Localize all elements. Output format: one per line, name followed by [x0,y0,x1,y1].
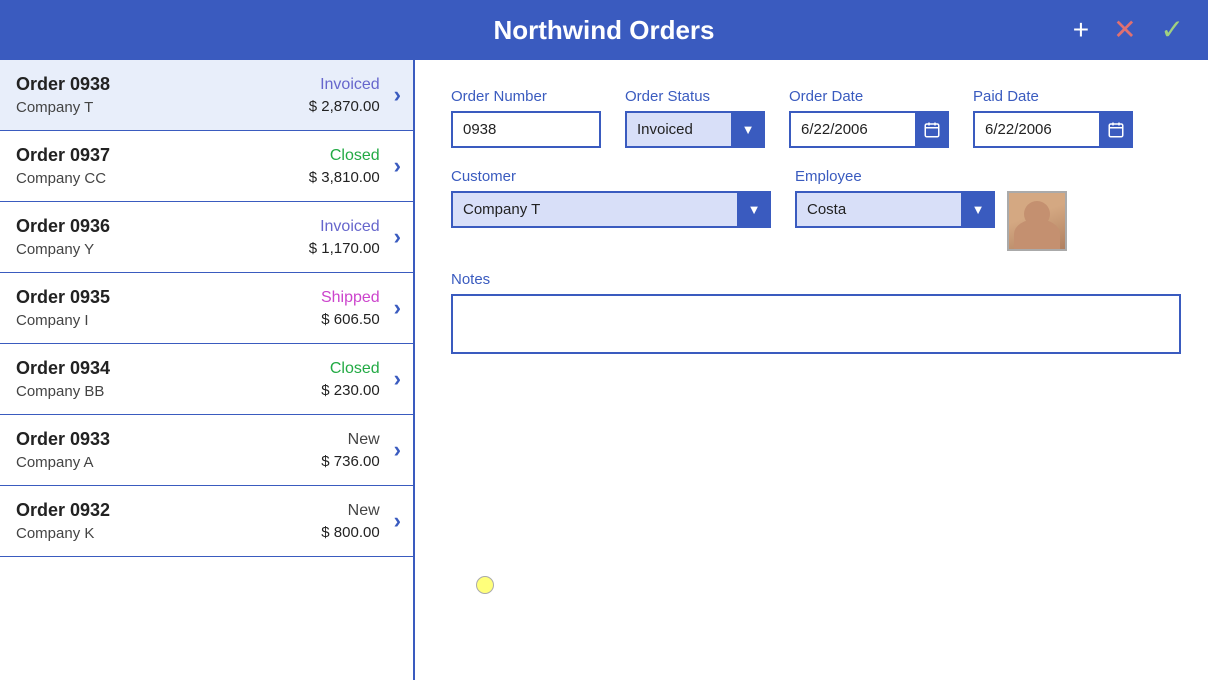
order-right-order-0938: Invoiced $ 2,870.00 [309,76,380,115]
order-amount-order-0934: $ 230.00 [321,382,379,399]
order-chevron-order-0936[interactable]: › [394,224,401,250]
order-info-order-0936: Order 0936 Company Y [16,216,309,258]
order-right-order-0935: Shipped $ 606.50 [321,289,380,328]
notes-group: Notes [451,271,1172,354]
order-status-order-0932: New [321,502,379,520]
order-chevron-order-0935[interactable]: › [394,295,401,321]
order-status-order-0935: Shipped [321,289,380,307]
main-layout: Order 0938 Company T Invoiced $ 2,870.00… [0,60,1208,680]
order-name-order-0938: Order 0938 [16,74,309,95]
add-button[interactable]: + [1065,12,1097,48]
order-name-order-0932: Order 0932 [16,500,321,521]
confirm-button[interactable]: ✓ [1153,12,1192,48]
order-info-order-0932: Order 0932 Company K [16,500,321,542]
employee-label: Employee [795,168,1067,185]
order-list-item-order-0937[interactable]: Order 0937 Company CC Closed $ 3,810.00 … [0,131,413,202]
order-right-order-0932: New $ 800.00 [321,502,379,541]
order-status-select-wrapper: Invoiced New Shipped Closed [625,111,765,148]
order-name-order-0937: Order 0937 [16,145,309,166]
order-right-order-0934: Closed $ 230.00 [321,360,379,399]
order-date-calendar-icon[interactable] [915,111,949,148]
order-chevron-order-0938[interactable]: › [394,82,401,108]
order-chevron-order-0932[interactable]: › [394,508,401,534]
order-status-select[interactable]: Invoiced New Shipped Closed [625,111,765,148]
order-company-order-0934: Company BB [16,383,321,400]
order-list-item-order-0934[interactable]: Order 0934 Company BB Closed $ 230.00 › [0,344,413,415]
notes-label: Notes [451,271,1172,288]
order-amount-order-0936: $ 1,170.00 [309,240,380,257]
order-chevron-order-0937[interactable]: › [394,153,401,179]
employee-row: Costa Smith Jones Brown [795,191,1067,251]
detail-row-2: Customer Company T Company A Company B C… [451,168,1172,251]
order-list: Order 0938 Company T Invoiced $ 2,870.00… [0,60,415,680]
order-status-order-0933: New [321,431,379,449]
order-info-order-0933: Order 0933 Company A [16,429,321,471]
order-status-order-0937: Closed [309,147,380,165]
customer-label: Customer [451,168,771,185]
order-info-order-0935: Order 0935 Company I [16,287,321,329]
order-company-order-0932: Company K [16,525,321,542]
order-status-order-0938: Invoiced [309,76,380,94]
order-status-order-0934: Closed [321,360,379,378]
order-company-order-0938: Company T [16,99,309,116]
order-right-order-0937: Closed $ 3,810.00 [309,147,380,186]
order-amount-order-0935: $ 606.50 [321,311,380,328]
order-list-item-order-0933[interactable]: Order 0933 Company A New $ 736.00 › [0,415,413,486]
order-list-item-order-0935[interactable]: Order 0935 Company I Shipped $ 606.50 › [0,273,413,344]
order-name-order-0933: Order 0933 [16,429,321,450]
order-right-order-0936: Invoiced $ 1,170.00 [309,218,380,257]
employee-group: Employee Costa Smith Jones Brown [795,168,1067,251]
order-number-group: Order Number [451,88,601,148]
order-company-order-0933: Company A [16,454,321,471]
order-info-order-0938: Order 0938 Company T [16,74,309,116]
paid-date-group: Paid Date [973,88,1133,148]
order-status-order-0936: Invoiced [309,218,380,236]
order-number-label: Order Number [451,88,601,105]
order-chevron-order-0934[interactable]: › [394,366,401,392]
order-name-order-0935: Order 0935 [16,287,321,308]
customer-select[interactable]: Company T Company A Company B Company CC… [451,191,771,228]
paid-date-calendar-icon[interactable] [1099,111,1133,148]
app-header: Northwind Orders + ✕ ✓ [0,0,1208,60]
order-company-order-0935: Company I [16,312,321,329]
order-name-order-0934: Order 0934 [16,358,321,379]
order-amount-order-0938: $ 2,870.00 [309,98,380,115]
order-company-order-0937: Company CC [16,170,309,187]
customer-group: Customer Company T Company A Company B C… [451,168,771,251]
employee-select-wrapper: Costa Smith Jones Brown [795,191,995,228]
detail-panel: Order Number Order Status Invoiced New S… [415,60,1208,680]
order-status-group: Order Status Invoiced New Shipped Closed [625,88,765,148]
order-list-item-order-0938[interactable]: Order 0938 Company T Invoiced $ 2,870.00… [0,60,413,131]
order-amount-order-0933: $ 736.00 [321,453,379,470]
paid-date-label: Paid Date [973,88,1133,105]
order-list-item-order-0932[interactable]: Order 0932 Company K New $ 800.00 › [0,486,413,557]
order-number-input[interactable] [451,111,601,148]
order-list-item-order-0936[interactable]: Order 0936 Company Y Invoiced $ 1,170.00… [0,202,413,273]
order-right-order-0933: New $ 736.00 [321,431,379,470]
order-info-order-0934: Order 0934 Company BB [16,358,321,400]
employee-select[interactable]: Costa Smith Jones Brown [795,191,995,228]
order-amount-order-0937: $ 3,810.00 [309,169,380,186]
paid-date-wrapper [973,111,1133,148]
order-chevron-order-0933[interactable]: › [394,437,401,463]
order-status-label: Order Status [625,88,765,105]
order-date-label: Order Date [789,88,949,105]
notes-input[interactable] [451,294,1181,354]
order-date-wrapper [789,111,949,148]
employee-avatar [1009,193,1065,249]
customer-select-wrapper: Company T Company A Company B Company CC… [451,191,771,228]
app-title: Northwind Orders [493,15,714,46]
detail-row-1: Order Number Order Status Invoiced New S… [451,88,1172,148]
order-info-order-0937: Order 0937 Company CC [16,145,309,187]
order-date-group: Order Date [789,88,949,148]
order-amount-order-0932: $ 800.00 [321,524,379,541]
order-name-order-0936: Order 0936 [16,216,309,237]
header-actions: + ✕ ✓ [1065,12,1192,48]
order-company-order-0936: Company Y [16,241,309,258]
close-button[interactable]: ✕ [1105,12,1144,48]
employee-photo [1007,191,1067,251]
